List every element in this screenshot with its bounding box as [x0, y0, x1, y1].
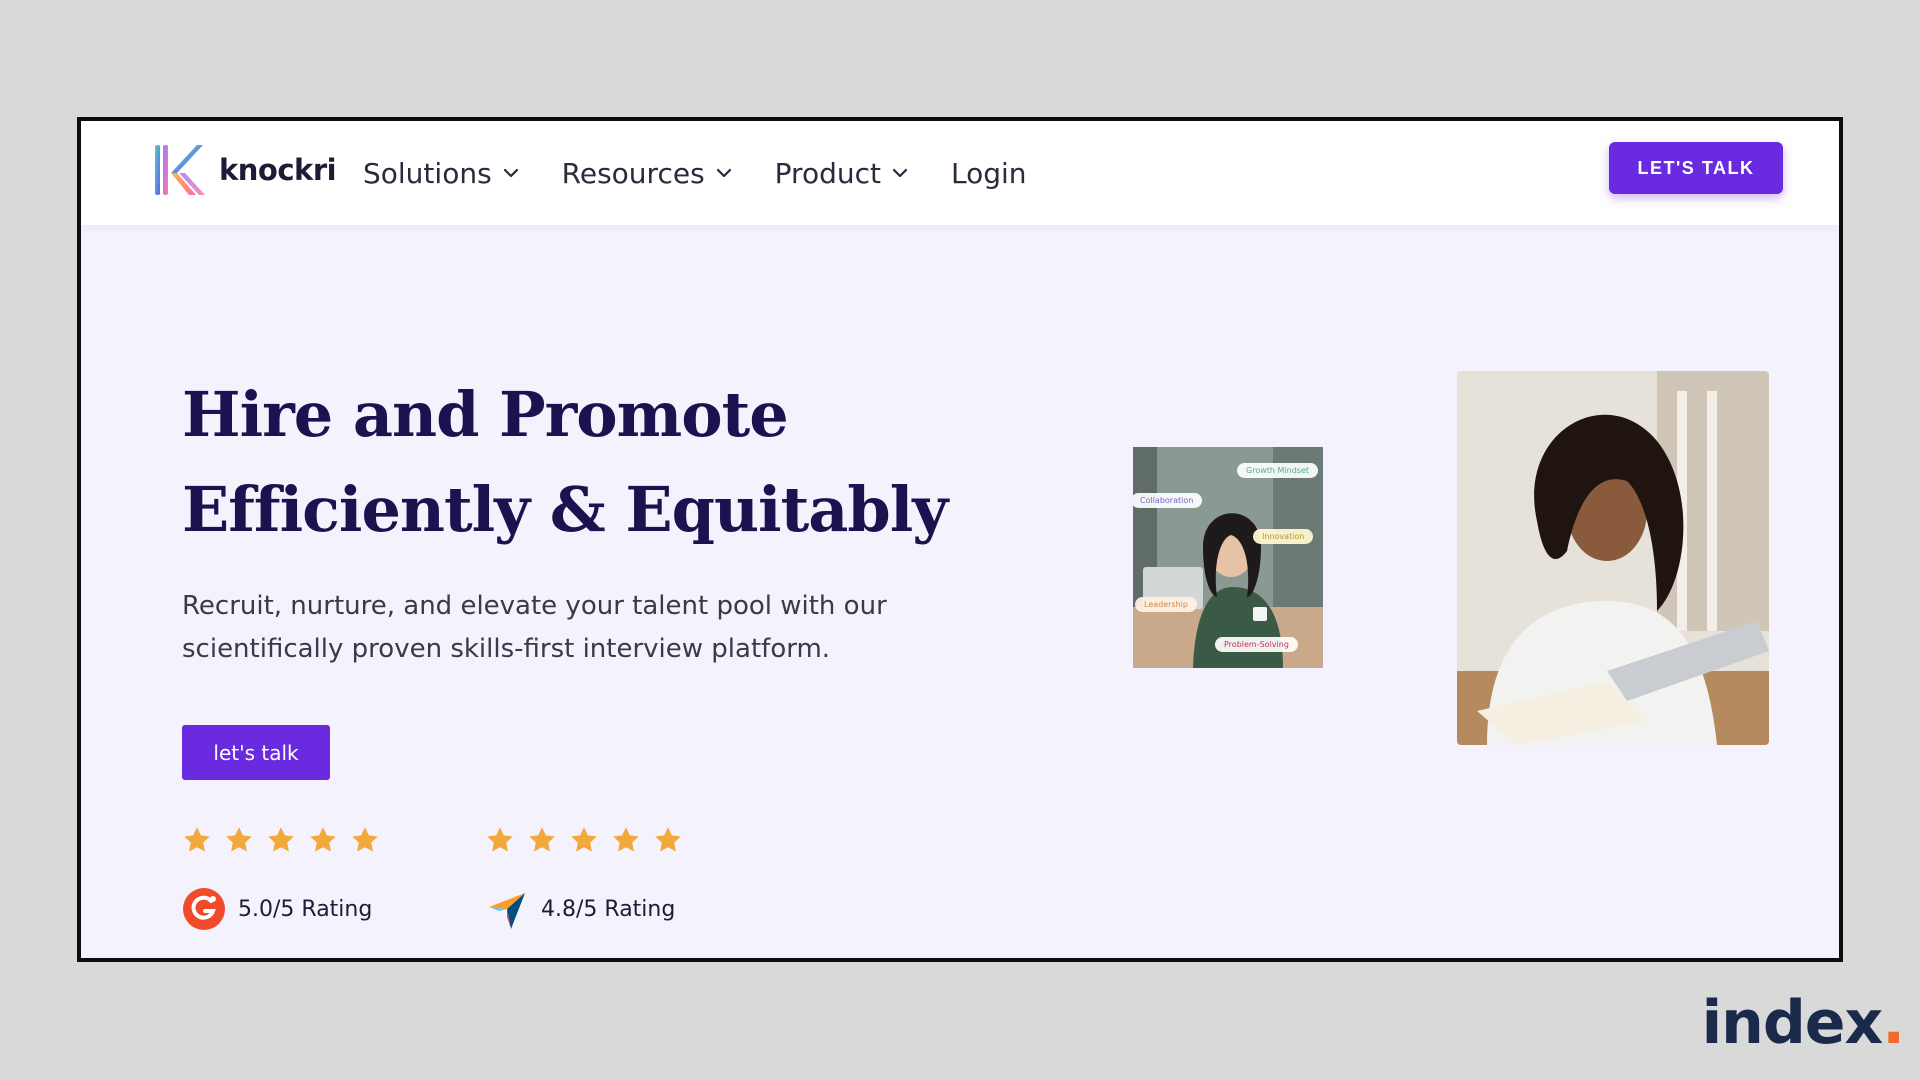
nav-resources-label: Resources [561, 156, 705, 190]
hero-subtitle-line2: scientifically proven skills-first inter… [182, 634, 831, 664]
skill-tag: Collaboration [1133, 493, 1203, 508]
brand-logo[interactable]: knockri [153, 143, 337, 197]
main-nav: Solutions Resources Product Login [363, 151, 1069, 195]
rating-capterra: 4.8/5 Rating [485, 825, 683, 931]
browser-frame: knockri Solutions Resources Product Logi… [77, 117, 1843, 962]
hero-subtitle: Recruit, nurture, and elevate your talen… [182, 585, 942, 671]
knockri-logo-icon [155, 145, 205, 195]
capterra-logo-icon [489, 893, 525, 929]
hero-title-line1: Hire and Promote [182, 378, 789, 451]
star-rating [182, 825, 380, 857]
index-watermark-text: index [1701, 988, 1884, 1058]
index-watermark-dot: . [1882, 988, 1905, 1058]
star-icon [268, 827, 294, 852]
woman-typing-laptop-illustration [1457, 371, 1769, 745]
hero-image-main [1457, 371, 1769, 745]
star-icon [184, 827, 210, 852]
brand-name: knockri [219, 153, 337, 187]
g2-logo-icon [183, 888, 225, 930]
hero-subtitle-line1: Recruit, nurture, and elevate your talen… [182, 591, 887, 621]
star-icon [613, 827, 639, 852]
nav-product-label: Product [774, 156, 881, 190]
nav-solutions[interactable]: Solutions [363, 151, 520, 195]
nav-login-label: Login [950, 156, 1027, 190]
rating-line: 4.8/5 Rating [485, 887, 683, 931]
star-icon [571, 827, 597, 852]
skill-tag: Leadership [1135, 597, 1197, 612]
star-icon [352, 827, 378, 852]
woman-at-laptop-illustration [1133, 447, 1323, 668]
star-icon [529, 827, 555, 852]
hero-image-skills: Growth Mindset Collaboration Innovation … [1133, 447, 1323, 668]
rating-g2: 5.0/5 Rating [182, 825, 380, 931]
chevron-down-icon [892, 168, 908, 178]
skill-tag: Problem-Solving [1215, 637, 1298, 652]
nav-login[interactable]: Login [951, 151, 1027, 195]
index-watermark: index. [1701, 988, 1905, 1058]
star-icon [310, 827, 336, 852]
rating-text: 4.8/5 Rating [541, 896, 676, 922]
skill-tag: Innovation [1253, 529, 1314, 544]
site-header: knockri Solutions Resources Product Logi… [81, 121, 1839, 225]
lets-talk-hero-button[interactable]: let's talk [182, 725, 330, 780]
nav-product[interactable]: Product [775, 151, 909, 195]
hero-title: Hire and Promote Efficiently & Equitably [182, 367, 1082, 557]
star-icon [226, 827, 252, 852]
star-icon [655, 827, 681, 852]
chevron-down-icon [716, 168, 731, 178]
rating-text: 5.0/5 Rating [238, 896, 373, 922]
nav-solutions-label: Solutions [363, 156, 492, 190]
star-icon [487, 827, 513, 852]
skill-tag: Growth Mindset [1237, 463, 1318, 478]
star-rating [485, 825, 683, 857]
hero-title-line2: Efficiently & Equitably [182, 473, 948, 546]
rating-line: 5.0/5 Rating [182, 887, 380, 931]
nav-resources[interactable]: Resources [562, 151, 733, 195]
chevron-down-icon [503, 168, 518, 178]
lets-talk-header-button[interactable]: LET'S TALK [1609, 142, 1783, 194]
